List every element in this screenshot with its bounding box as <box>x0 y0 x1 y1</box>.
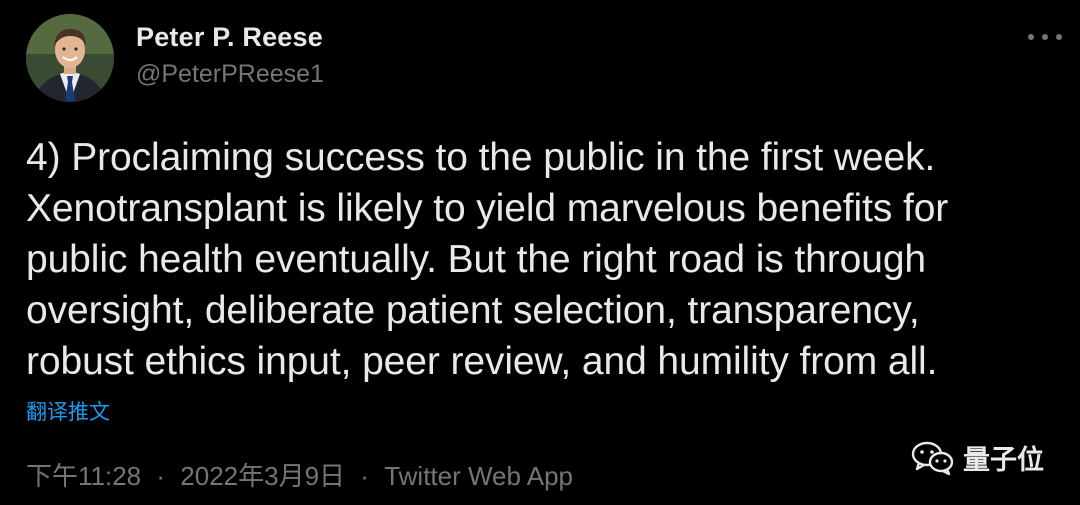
tweet-text-line: 4) Proclaiming success to the public in … <box>26 136 936 179</box>
tweet-card: Peter P. Reese @PeterPReese1 4) Proclaim… <box>0 0 1080 505</box>
tweet-time[interactable]: 下午11:28 <box>26 461 141 491</box>
tweet-text: 4) Proclaiming success to the public in … <box>26 132 1066 387</box>
author-display-name[interactable]: Peter P. Reese <box>136 22 323 53</box>
tweet-source: Twitter Web App <box>384 461 574 491</box>
tweet-text-line: robust ethics input, peer review, and hu… <box>26 340 938 383</box>
translate-tweet-link[interactable]: 翻译推文 <box>26 396 110 426</box>
meta-separator: · <box>156 461 166 491</box>
tweet-text-line: oversight, deliberate patient selection,… <box>26 289 920 332</box>
more-options-icon[interactable] <box>1028 26 1062 48</box>
tweet-meta: 下午11:28 · 2022年3月9日 · Twitter Web App <box>26 456 573 493</box>
tweet-text-line: Xenotransplant is likely to yield marvel… <box>26 187 949 230</box>
meta-separator: · <box>360 461 369 491</box>
avatar[interactable] <box>26 14 114 102</box>
more-dot <box>1042 34 1048 40</box>
tweet-date[interactable]: 2022年3月9日 <box>180 461 345 491</box>
watermark: 量子位 <box>911 438 1044 477</box>
tweet-text-line: public health eventually. But the right … <box>26 238 927 281</box>
more-dot <box>1028 34 1034 40</box>
watermark-text: 量子位 <box>963 445 1044 475</box>
wechat-icon <box>911 441 954 475</box>
profile-photo-icon <box>26 14 114 102</box>
more-dot <box>1056 34 1062 40</box>
author-handle[interactable]: @PeterPReese1 <box>136 60 324 89</box>
